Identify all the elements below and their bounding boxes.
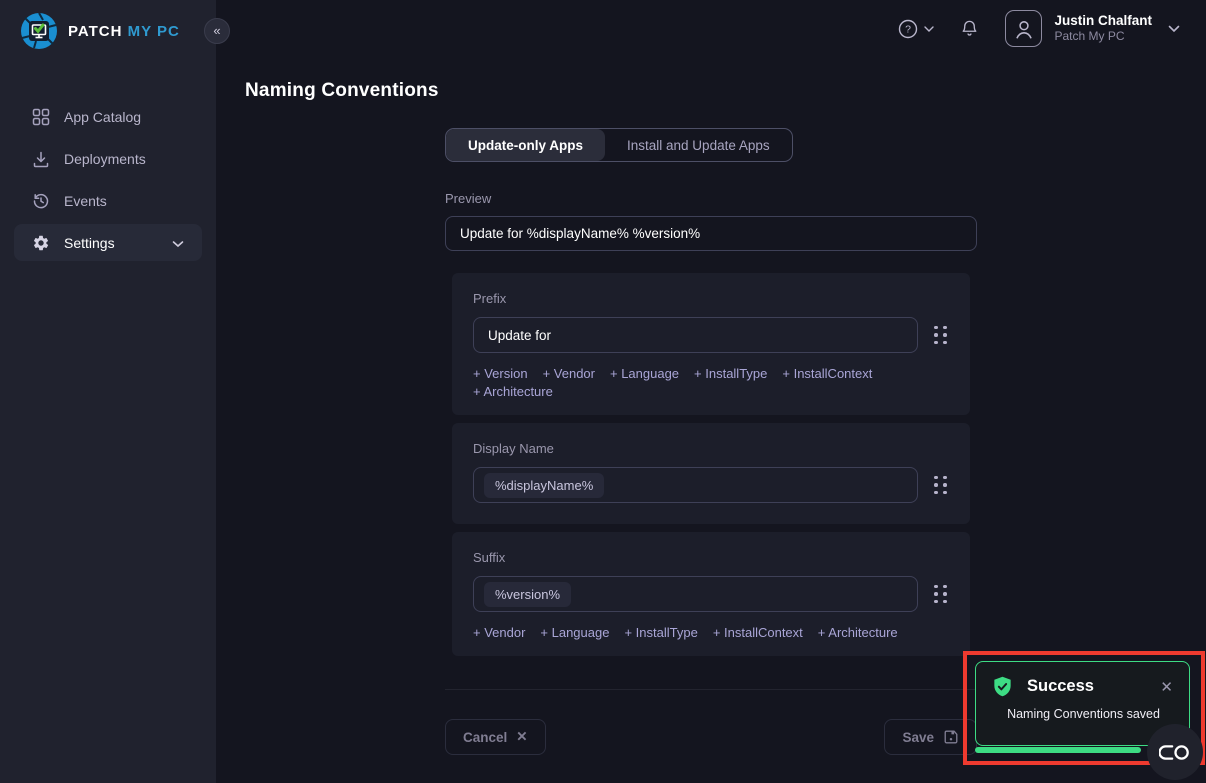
add-language-link[interactable]: + Language xyxy=(540,625,609,640)
save-icon xyxy=(943,729,959,745)
suffix-card: Suffix %version% + Vendor + Language + I… xyxy=(452,532,970,656)
display-name-input[interactable]: %displayName% xyxy=(473,467,918,503)
tab-install-and-update-apps[interactable]: Install and Update Apps xyxy=(605,129,792,161)
close-icon: ✕ xyxy=(516,729,527,745)
display-name-card: Display Name %displayName% xyxy=(452,423,970,524)
add-installtype-link[interactable]: + InstallType xyxy=(694,366,767,381)
add-vendor-link[interactable]: + Vendor xyxy=(473,625,525,640)
drag-handle-icon[interactable] xyxy=(932,583,949,606)
add-architecture-link[interactable]: + Architecture xyxy=(818,625,898,640)
display-name-label: Display Name xyxy=(473,441,949,456)
sidebar-item-label: Settings xyxy=(64,235,115,251)
preview-label: Preview xyxy=(445,191,977,206)
grid-icon xyxy=(32,108,50,126)
shield-check-icon xyxy=(991,675,1014,698)
cancel-button[interactable]: Cancel ✕ xyxy=(445,719,546,755)
sidebar-item-label: Events xyxy=(64,193,107,209)
sidebar: PATCH MY PC App Catalog Deployments xyxy=(0,0,216,783)
sidebar-item-deployments[interactable]: Deployments xyxy=(0,138,216,180)
sidebar-item-app-catalog[interactable]: App Catalog xyxy=(0,96,216,138)
drag-handle-icon[interactable] xyxy=(932,474,949,497)
add-language-link[interactable]: + Language xyxy=(610,366,679,381)
sidebar-item-settings[interactable]: Settings xyxy=(14,224,202,261)
tab-group: Update-only Apps Install and Update Apps xyxy=(445,128,793,162)
suffix-chip[interactable]: %version% xyxy=(484,582,571,607)
sidebar-item-label: App Catalog xyxy=(64,109,141,125)
add-installcontext-link[interactable]: + InstallContext xyxy=(782,366,872,381)
toast-message: Naming Conventions saved xyxy=(991,707,1176,721)
sidebar-nav: App Catalog Deployments Events Settings xyxy=(0,96,216,261)
tab-update-only-apps[interactable]: Update-only Apps xyxy=(446,129,605,161)
chevron-down-icon xyxy=(172,235,184,251)
brand-logo[interactable]: PATCH MY PC xyxy=(0,0,216,50)
history-icon xyxy=(32,192,50,210)
add-installtype-link[interactable]: + InstallType xyxy=(624,625,697,640)
download-icon xyxy=(32,150,50,168)
display-name-chip[interactable]: %displayName% xyxy=(484,473,604,498)
footer-divider xyxy=(445,689,977,690)
toast-progress-bar xyxy=(975,747,1141,753)
page-title: Naming Conventions xyxy=(245,80,1206,102)
add-vendor-link[interactable]: + Vendor xyxy=(543,366,595,381)
collapse-sidebar-button[interactable]: « xyxy=(204,18,230,44)
floating-widget-button[interactable] xyxy=(1147,724,1203,780)
suffix-token-links: + Vendor + Language + InstallType + Inst… xyxy=(473,625,949,640)
patch-my-pc-logo-icon xyxy=(20,12,58,50)
gear-icon xyxy=(32,234,50,252)
add-architecture-link[interactable]: + Architecture xyxy=(473,384,553,399)
preview-input[interactable]: Update for %displayName% %version% xyxy=(445,216,977,251)
prefix-card: Prefix Update for + Version + Vendor + L… xyxy=(452,273,970,415)
suffix-input[interactable]: %version% xyxy=(473,576,918,612)
close-icon[interactable]: ✕ xyxy=(1157,678,1176,696)
sidebar-item-events[interactable]: Events xyxy=(0,180,216,222)
suffix-label: Suffix xyxy=(473,550,949,565)
add-installcontext-link[interactable]: + InstallContext xyxy=(713,625,803,640)
prefix-token-links: + Version + Vendor + Language + InstallT… xyxy=(473,366,949,399)
cancel-label: Cancel xyxy=(463,730,507,745)
prefix-label: Prefix xyxy=(473,291,949,306)
brand-wordmark: PATCH MY PC xyxy=(68,23,180,40)
prefix-input[interactable]: Update for xyxy=(473,317,918,353)
sidebar-item-label: Deployments xyxy=(64,151,146,167)
add-version-link[interactable]: + Version xyxy=(473,366,528,381)
save-label: Save xyxy=(902,730,934,745)
link-icon xyxy=(1159,744,1191,761)
toast-title: Success xyxy=(1027,677,1094,696)
drag-handle-icon[interactable] xyxy=(932,324,949,347)
